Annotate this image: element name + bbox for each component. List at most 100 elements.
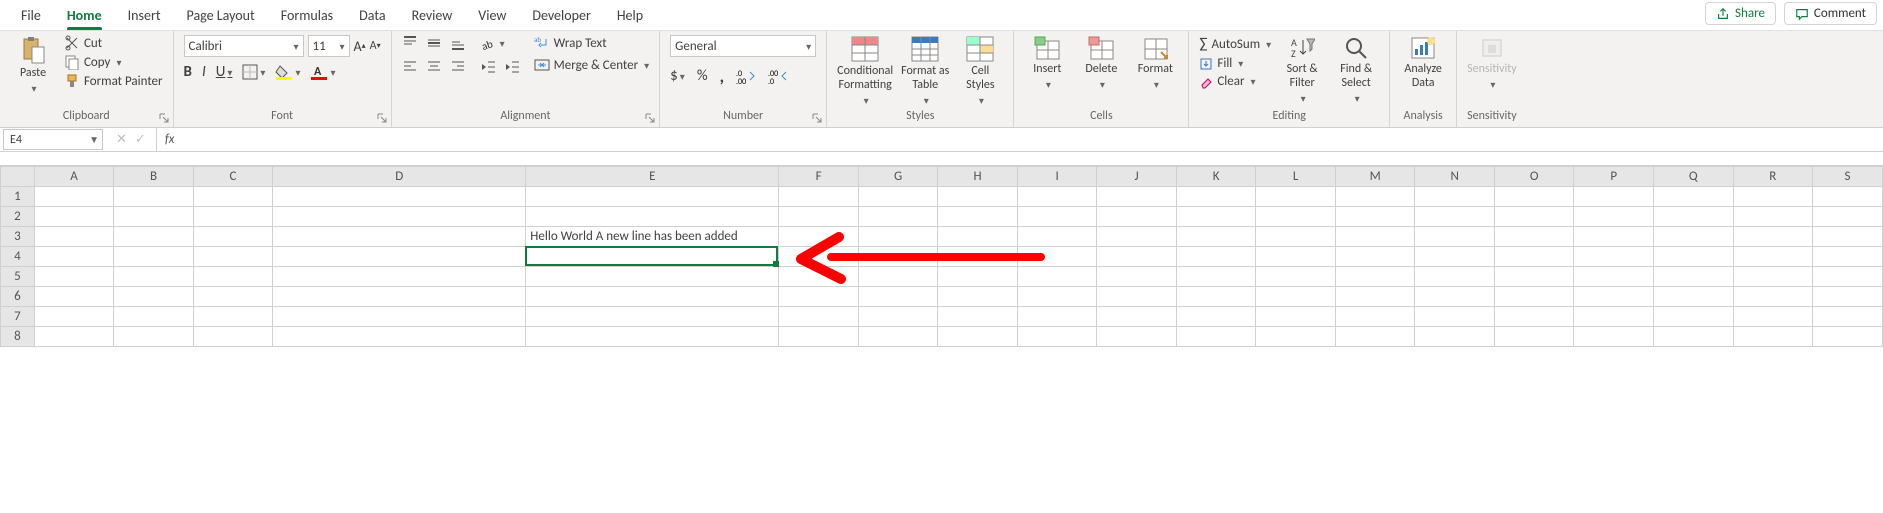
tab-view[interactable]: View bbox=[465, 1, 519, 30]
cell[interactable] bbox=[193, 187, 273, 207]
cell[interactable] bbox=[1574, 187, 1654, 207]
bold-button[interactable]: B bbox=[184, 63, 192, 81]
insert-cells-button[interactable]: Insert▾ bbox=[1024, 35, 1070, 90]
cell[interactable] bbox=[938, 247, 1018, 267]
cell[interactable] bbox=[526, 267, 779, 287]
dialog-launcher-icon[interactable] bbox=[643, 111, 657, 125]
cell[interactable] bbox=[526, 187, 779, 207]
cell[interactable] bbox=[1494, 287, 1574, 307]
cell[interactable] bbox=[1653, 307, 1733, 327]
autosum-button[interactable]: ∑AutoSum▾ bbox=[1199, 35, 1271, 53]
fill-button[interactable]: Fill▾ bbox=[1199, 56, 1271, 71]
cell[interactable] bbox=[1335, 247, 1415, 267]
tab-pagelayout[interactable]: Page Layout bbox=[174, 1, 268, 30]
cell[interactable] bbox=[1017, 267, 1097, 287]
cell[interactable] bbox=[858, 327, 938, 347]
cell[interactable] bbox=[1335, 267, 1415, 287]
tab-data[interactable]: Data bbox=[346, 1, 398, 30]
column-header[interactable]: H bbox=[938, 167, 1018, 187]
cell[interactable] bbox=[1653, 227, 1733, 247]
cell[interactable] bbox=[779, 247, 859, 267]
cell[interactable] bbox=[1097, 307, 1177, 327]
cell[interactable] bbox=[34, 207, 114, 227]
cell[interactable] bbox=[1097, 227, 1177, 247]
cell[interactable] bbox=[779, 307, 859, 327]
cell[interactable] bbox=[938, 187, 1018, 207]
column-header[interactable]: Q bbox=[1653, 167, 1733, 187]
formula-input[interactable] bbox=[182, 128, 1883, 151]
cell[interactable] bbox=[114, 287, 194, 307]
column-header[interactable]: E bbox=[526, 167, 779, 187]
cell[interactable] bbox=[1097, 247, 1177, 267]
cell[interactable] bbox=[938, 207, 1018, 227]
cell[interactable] bbox=[1494, 267, 1574, 287]
cell[interactable] bbox=[1335, 227, 1415, 247]
column-header[interactable]: D bbox=[273, 167, 526, 187]
cell[interactable] bbox=[1415, 267, 1495, 287]
format-as-table-button[interactable]: Format as Table▾ bbox=[901, 35, 949, 106]
cell[interactable] bbox=[1415, 307, 1495, 327]
column-header[interactable]: K bbox=[1176, 167, 1256, 187]
cell[interactable] bbox=[1176, 287, 1256, 307]
cell[interactable] bbox=[114, 227, 194, 247]
cell[interactable] bbox=[938, 287, 1018, 307]
cell[interactable] bbox=[1733, 307, 1813, 327]
row-header[interactable]: 7 bbox=[1, 307, 35, 327]
fill-color-button[interactable]: ▾ bbox=[275, 64, 300, 80]
row-header[interactable]: 4 bbox=[1, 247, 35, 267]
cell[interactable] bbox=[779, 327, 859, 347]
cell[interactable] bbox=[1335, 327, 1415, 347]
cell[interactable] bbox=[938, 227, 1018, 247]
format-painter-button[interactable]: Format Painter bbox=[64, 73, 163, 89]
cell[interactable] bbox=[1574, 227, 1654, 247]
cell[interactable] bbox=[1017, 327, 1097, 347]
underline-button[interactable]: U▾ bbox=[216, 63, 233, 81]
clear-button[interactable]: Clear▾ bbox=[1199, 74, 1271, 89]
comma-button[interactable]: , bbox=[720, 65, 725, 87]
cell[interactable] bbox=[1176, 327, 1256, 347]
cell[interactable] bbox=[1494, 227, 1574, 247]
cell[interactable] bbox=[1415, 247, 1495, 267]
cell[interactable] bbox=[779, 227, 859, 247]
cell[interactable] bbox=[193, 247, 273, 267]
cell[interactable] bbox=[1176, 307, 1256, 327]
number-format-select[interactable]: General▾ bbox=[670, 35, 816, 57]
cell[interactable] bbox=[193, 307, 273, 327]
tab-formulas[interactable]: Formulas bbox=[268, 1, 346, 30]
column-header[interactable]: M bbox=[1335, 167, 1415, 187]
cell[interactable] bbox=[526, 327, 779, 347]
cell[interactable] bbox=[1733, 227, 1813, 247]
align-top-icon[interactable] bbox=[402, 35, 418, 51]
align-right-icon[interactable] bbox=[450, 59, 466, 75]
column-header[interactable]: J bbox=[1097, 167, 1177, 187]
cell[interactable] bbox=[1415, 207, 1495, 227]
font-size-select[interactable]: 11▾ bbox=[308, 35, 350, 57]
font-color-button[interactable]: A▾ bbox=[310, 64, 335, 80]
cell[interactable] bbox=[114, 247, 194, 267]
cell[interactable] bbox=[193, 207, 273, 227]
cell[interactable] bbox=[1574, 267, 1654, 287]
column-header[interactable]: G bbox=[858, 167, 938, 187]
cell[interactable] bbox=[1653, 207, 1733, 227]
copy-button[interactable]: Copy▾ bbox=[64, 54, 163, 70]
increase-font-icon[interactable]: A▴ bbox=[354, 38, 366, 55]
cell[interactable] bbox=[114, 267, 194, 287]
cell[interactable] bbox=[1256, 327, 1336, 347]
cell[interactable] bbox=[193, 327, 273, 347]
cell[interactable] bbox=[1494, 247, 1574, 267]
cell[interactable] bbox=[34, 247, 114, 267]
cell[interactable] bbox=[858, 187, 938, 207]
column-header[interactable]: F bbox=[779, 167, 859, 187]
cell[interactable] bbox=[273, 247, 526, 267]
cell[interactable] bbox=[1256, 307, 1336, 327]
sort-filter-button[interactable]: AZ Sort & Filter▾ bbox=[1279, 35, 1325, 104]
cancel-formula-icon[interactable]: ✕ bbox=[116, 132, 127, 147]
cell[interactable] bbox=[1017, 247, 1097, 267]
cell[interactable] bbox=[1574, 207, 1654, 227]
cell[interactable] bbox=[779, 267, 859, 287]
cell[interactable] bbox=[34, 287, 114, 307]
cell[interactable] bbox=[1653, 287, 1733, 307]
cell[interactable] bbox=[1017, 307, 1097, 327]
cell[interactable] bbox=[1813, 327, 1883, 347]
cell[interactable] bbox=[193, 227, 273, 247]
